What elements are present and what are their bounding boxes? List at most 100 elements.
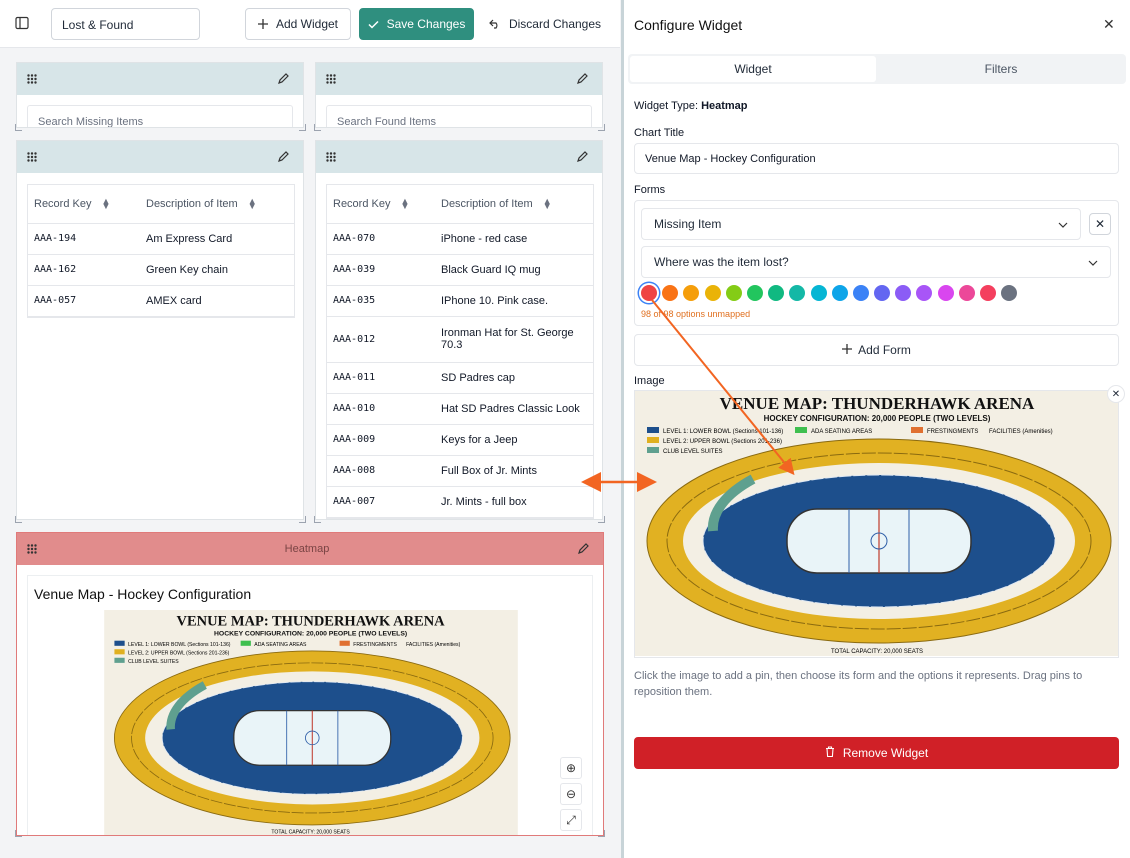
remove-widget-button[interactable]: Remove Widget — [634, 737, 1119, 769]
form-select[interactable]: Missing Item — [641, 208, 1081, 240]
description-cell: Green Key chain — [140, 254, 294, 286]
edit-pencil-icon[interactable] — [576, 151, 588, 163]
table-row[interactable]: AAA-007 Jr. Mints - full box — [327, 486, 593, 518]
remove-form-button[interactable]: ✕ — [1089, 213, 1111, 235]
edit-pencil-icon[interactable] — [277, 151, 289, 163]
color-swatch[interactable] — [768, 285, 785, 301]
question-select-value: Where was the item lost? — [654, 255, 789, 269]
chart-title-input[interactable]: Venue Map - Hockey Configuration — [634, 143, 1119, 174]
resize-handle[interactable] — [15, 830, 22, 837]
drag-handle-icon[interactable] — [27, 544, 37, 554]
edit-pencil-icon[interactable] — [277, 73, 289, 85]
drag-handle-icon[interactable] — [27, 152, 37, 162]
close-icon[interactable]: ✕ — [1103, 16, 1115, 33]
column-header-description[interactable]: Description of Item ▲ ▼ — [435, 185, 593, 224]
edit-pencil-icon[interactable] — [576, 73, 588, 85]
color-swatch[interactable] — [683, 285, 700, 301]
color-swatch[interactable] — [937, 285, 954, 301]
sidebar-toggle-icon[interactable] — [14, 15, 30, 31]
table-row[interactable]: AAA-039 Black Guard IQ mug — [327, 254, 593, 286]
tab-widget[interactable]: Widget — [630, 56, 876, 82]
table-row[interactable]: AAA-010 Hat SD Padres Classic Look — [327, 393, 593, 425]
description-cell: iPhone - red case — [435, 223, 593, 255]
column-header-record-key[interactable]: Record Key ▲ ▼ — [327, 185, 435, 224]
chevron-down-icon — [1058, 217, 1068, 231]
save-changes-button[interactable]: Save Changes — [359, 8, 474, 40]
description-cell: Am Express Card — [140, 223, 294, 255]
resize-handle[interactable] — [314, 124, 321, 131]
color-swatch[interactable] — [789, 285, 806, 301]
color-swatch[interactable] — [725, 285, 742, 301]
color-swatch[interactable] — [895, 285, 912, 301]
column-header-record-key[interactable]: Record Key ▲ ▼ — [28, 185, 140, 224]
drag-handle-icon[interactable] — [326, 152, 336, 162]
venue-map-graphic: VENUE MAP: THUNDERHAWK ARENA HOCKEY CONF… — [104, 610, 518, 835]
add-form-button[interactable]: Add Form — [634, 334, 1119, 366]
image-editor[interactable]: VENUE MAP: THUNDERHAWK ARENA HOCKEY CONF… — [634, 390, 1119, 658]
venue-map-image[interactable]: VENUE MAP: THUNDERHAWK ARENA HOCKEY CONF… — [104, 610, 518, 835]
resize-handle[interactable] — [598, 516, 605, 523]
venue-map-graphic[interactable]: VENUE MAP: THUNDERHAWK ARENA HOCKEY CONF… — [635, 391, 1119, 656]
resize-handle[interactable] — [299, 124, 306, 131]
color-swatch[interactable] — [874, 285, 891, 301]
table-row[interactable]: AAA-008 Full Box of Jr. Mints — [327, 455, 593, 487]
resize-handle[interactable] — [15, 516, 22, 523]
color-swatch[interactable] — [662, 285, 679, 301]
color-swatch[interactable] — [704, 285, 721, 301]
color-swatch[interactable] — [852, 285, 869, 301]
widget-header — [316, 141, 602, 173]
record-key-cell: AAA-008 — [327, 455, 435, 487]
drag-handle-icon[interactable] — [326, 74, 336, 84]
table-row[interactable]: AAA-035 IPhone 10. Pink case. — [327, 285, 593, 317]
dashboard-name-input[interactable]: Lost & Found — [51, 8, 200, 40]
trash-icon — [825, 746, 835, 760]
color-swatch[interactable] — [831, 285, 848, 301]
table-row[interactable]: AAA-009 Keys for a Jeep — [327, 424, 593, 456]
zoom-out-button[interactable]: ⊖ — [560, 783, 582, 805]
remove-image-button[interactable]: ✕ — [1107, 385, 1125, 403]
search-missing-widget: Search Missing Items — [16, 62, 304, 128]
zoom-in-button[interactable]: ⊕ — [560, 757, 582, 779]
resize-handle[interactable] — [15, 124, 22, 131]
form-select-value: Missing Item — [654, 217, 722, 231]
drag-handle-icon[interactable] — [27, 74, 37, 84]
color-swatch[interactable] — [958, 285, 975, 301]
color-swatch[interactable] — [810, 285, 827, 301]
save-changes-label: Save Changes — [386, 17, 466, 31]
remove-widget-label: Remove Widget — [842, 746, 929, 760]
sort-icon: ▲ ▼ — [542, 195, 552, 211]
legend-label: CLUB LEVEL SUITES — [128, 659, 179, 665]
tab-filters[interactable]: Filters — [878, 56, 1124, 82]
column-header-description[interactable]: Description of Item ▲ ▼ — [140, 185, 294, 224]
discard-changes-button[interactable]: Discard Changes — [484, 8, 606, 40]
record-key-cell: AAA-162 — [28, 254, 140, 286]
table-row[interactable]: AAA-162 Green Key chain — [28, 254, 294, 286]
table-row[interactable]: AAA-012 Ironman Hat for St. George 70.3 — [327, 316, 593, 363]
description-cell: Ironman Hat for St. George 70.3 — [435, 316, 593, 363]
table-row[interactable]: AAA-057 AMEX card — [28, 285, 294, 317]
fullscreen-button[interactable]: ⤢ — [560, 809, 582, 831]
color-swatch[interactable] — [980, 285, 996, 301]
color-swatch[interactable] — [916, 285, 933, 301]
search-found-input[interactable]: Search Found Items — [326, 105, 592, 127]
chart-title-label: Chart Title — [634, 127, 685, 139]
resize-handle[interactable] — [299, 516, 306, 523]
table-row[interactable]: AAA-011 SD Padres cap — [327, 362, 593, 394]
color-swatch[interactable] — [1001, 285, 1018, 301]
heatmap-widget[interactable]: Heatmap Venue Map - Hockey Configuration… — [16, 532, 604, 836]
question-select[interactable]: Where was the item lost? — [641, 246, 1111, 278]
search-missing-input[interactable]: Search Missing Items — [27, 105, 293, 127]
legend-label: FACILITIES (Amenities) — [989, 429, 1053, 435]
map-subtitle: HOCKEY CONFIGURATION: 20,000 PEOPLE (TWO… — [764, 414, 991, 423]
resize-handle[interactable] — [598, 830, 605, 837]
table-row[interactable]: AAA-070 iPhone - red case — [327, 223, 593, 255]
color-swatch[interactable] — [746, 285, 763, 301]
heatmap-card: Venue Map - Hockey Configuration VENUE M… — [27, 575, 593, 835]
table-row[interactable]: AAA-194 Am Express Card — [28, 223, 294, 255]
resize-handle[interactable] — [598, 124, 605, 131]
edit-pencil-icon[interactable] — [577, 543, 589, 555]
resize-handle[interactable] — [314, 516, 321, 523]
add-widget-button[interactable]: Add Widget — [245, 8, 351, 40]
color-swatch[interactable] — [641, 285, 657, 301]
chevron-down-icon — [1088, 255, 1098, 269]
